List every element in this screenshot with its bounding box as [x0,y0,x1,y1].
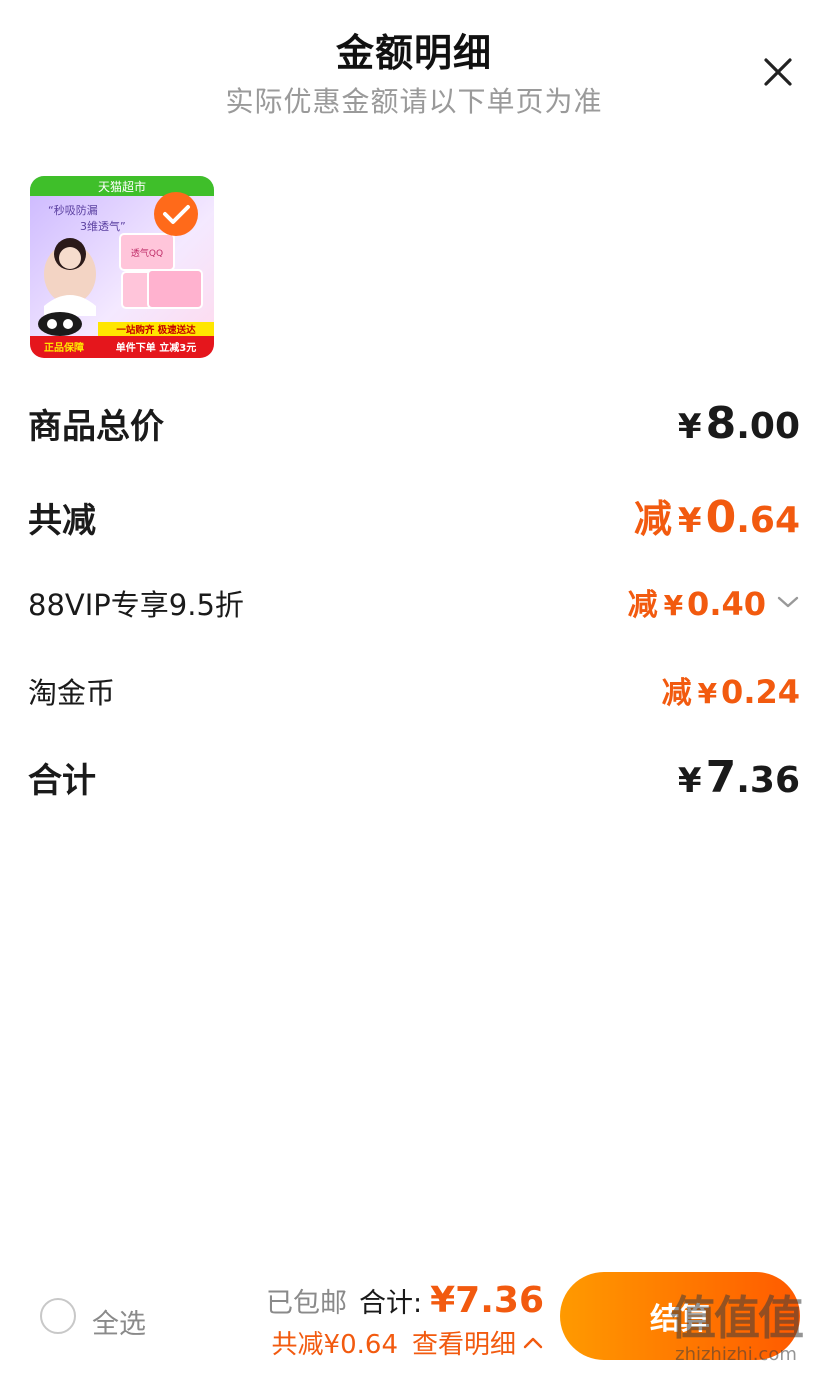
amount-integer: 0 [687,585,710,623]
slogan-line2: 3维透气” [80,219,126,233]
store-badge-text: 天猫超市 [98,179,146,194]
total-price-value: ¥ 8 .00 [678,398,800,449]
view-detail-link[interactable]: 查看明细 [412,1324,516,1361]
select-all-radio[interactable] [40,1298,76,1334]
row-coin-discount: 淘金币 减 ¥ 0 .24 [28,668,800,712]
free-shipping-text: 已包邮 [266,1288,348,1319]
product-thumbnail[interactable]: 天猫超市 “秒吸防漏 3维透气” 透气QQ 一站购齐 极速送达 单件下单 立减3… [30,176,214,358]
total-price-label: 商品总价 [28,407,164,447]
amount-integer: 0 [705,492,737,543]
total-amount: ¥7.36 [430,1280,544,1321]
amount-integer: 8 [705,398,737,449]
discount-prefix: 减 [661,676,692,711]
total-discount-label: 共减 [28,501,96,541]
amount-integer: 7 [705,752,737,803]
chevron-down-icon[interactable] [776,594,800,610]
currency-symbol: ¥ [677,761,702,801]
sum-value: ¥ 7 .36 [678,752,800,803]
vip-discount-value: 减 ¥ 0 .40 [628,580,800,624]
close-button[interactable] [758,52,798,92]
watermark-logo-text: 值值值 [670,1291,804,1345]
amount-integer: 0 [721,673,744,711]
amount-decimal: .00 [736,406,800,447]
row-vip-discount[interactable]: 88VIP专享9.5折 减 ¥ 0 .40 [28,580,800,624]
sum-label: 合计 [28,761,96,801]
amount-decimal: .24 [743,673,800,711]
total-label: 合计: [359,1288,423,1319]
discount-summary-text: 共减¥0.64 [271,1330,398,1360]
currency-symbol: ¥ [697,677,718,710]
page-title: 金额明细 [335,31,492,75]
amount-decimal: .64 [736,500,800,541]
promo-line1: 一站购齐 极速送达 [116,324,196,336]
slogan-line1: “秒吸防漏 [48,203,98,217]
promo-line2: 单件下单 立减3元 [116,341,196,354]
currency-symbol: ¥ [677,501,702,541]
chevron-up-icon[interactable] [522,1335,544,1351]
guarantee-text: 正品保障 [44,341,84,354]
select-all-label[interactable]: 全选 [92,1302,146,1341]
amount-detail-sheet: 金额明细 实际优惠金额请以下单页为准 天猫超市 “秒吸防漏 3维透气” 透气QQ… [0,0,828,1373]
currency-symbol: ¥ [663,589,684,622]
page-subtitle: 实际优惠金额请以下单页为准 [225,85,603,118]
discount-prefix: 减 [633,497,672,541]
currency-symbol: ¥ [677,407,702,447]
vip-discount-label: 88VIP专享9.5折 [28,588,244,622]
checkout-bar: 全选 已包邮 合计: ¥7.36 共减¥0.64 查看明细 结算 值值值 zhi… [0,1262,828,1373]
coin-discount-label: 淘金币 [28,676,116,710]
watermark: 值值值 zhizhizhi.com [670,1282,804,1365]
close-icon [764,58,792,86]
discount-prefix: 减 [627,588,658,623]
coin-discount-value: 减 ¥ 0 .24 [662,668,800,712]
row-total-price: 商品总价 ¥ 8 .00 [28,398,800,449]
row-total-discount: 共减 减 ¥ 0 .64 [28,488,800,543]
summary-total: 已包邮 合计: ¥7.36 [266,1280,544,1321]
amount-decimal: .40 [709,585,766,623]
total-discount-value: 减 ¥ 0 .64 [634,488,800,543]
row-sum: 合计 ¥ 7 .36 [28,752,800,803]
watermark-url: zhizhizhi.com [675,1344,797,1365]
summary-discount[interactable]: 共减¥0.64 查看明细 [272,1324,544,1361]
product-image: 天猫超市 “秒吸防漏 3维透气” 透气QQ 一站购齐 极速送达 单件下单 立减3… [30,176,214,358]
amount-decimal: .36 [736,760,800,801]
pack-text: 透气QQ [131,247,163,259]
